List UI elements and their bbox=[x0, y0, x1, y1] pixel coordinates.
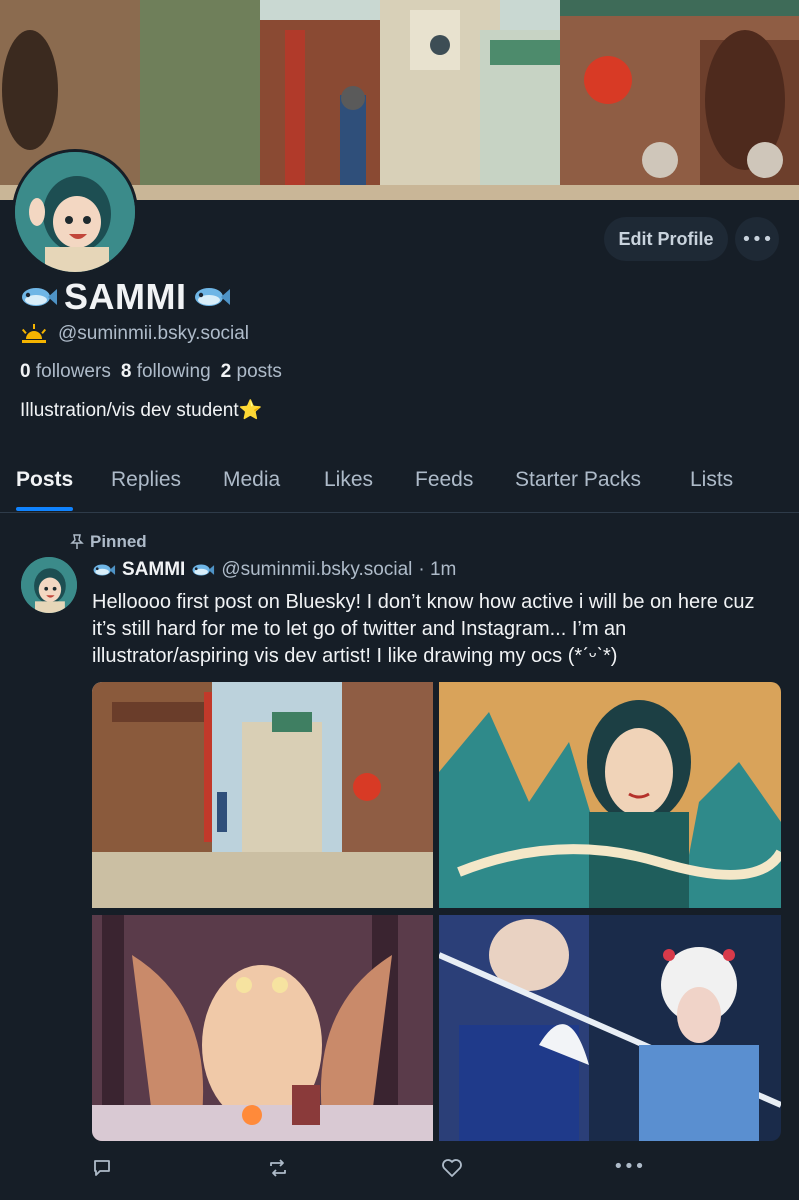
gallery-image-owl-creature[interactable] bbox=[92, 915, 433, 1141]
fish-emoji-icon bbox=[22, 288, 57, 306]
post-more-button[interactable]: ••• bbox=[613, 1156, 645, 1177]
tab-lists[interactable]: Lists bbox=[690, 468, 733, 492]
display-name: SAMMI bbox=[64, 276, 187, 317]
profile-more-button[interactable]: ••• bbox=[735, 217, 779, 261]
display-name-row: SAMMI bbox=[20, 276, 231, 318]
following-stat[interactable]: 8 following bbox=[121, 361, 211, 383]
tab-replies[interactable]: Replies bbox=[111, 468, 181, 492]
heart-icon bbox=[442, 1159, 462, 1177]
post-author-name[interactable]: SAMMI bbox=[122, 559, 185, 581]
active-tab-indicator bbox=[16, 507, 73, 511]
fish-emoji-icon bbox=[192, 564, 215, 576]
profile-bio: Illustration/vis dev student⭐ bbox=[20, 400, 263, 421]
gallery-image-opera-warriors[interactable] bbox=[439, 915, 781, 1141]
tab-feeds[interactable]: Feeds bbox=[415, 468, 473, 492]
gallery-image-opera-woman[interactable] bbox=[439, 682, 781, 908]
handle-row: @suminmii.bsky.social bbox=[20, 323, 249, 345]
profile-stats: 0 followers 8 following 2 posts bbox=[20, 361, 282, 383]
fish-emoji-icon bbox=[93, 564, 116, 576]
pinned-label: Pinned bbox=[70, 532, 147, 552]
repost-button[interactable] bbox=[267, 1158, 289, 1183]
reply-button[interactable] bbox=[92, 1158, 112, 1183]
repost-icon bbox=[270, 1159, 286, 1177]
more-dots-icon: ••• bbox=[613, 1156, 645, 1177]
tab-likes[interactable]: Likes bbox=[324, 468, 373, 492]
posts-stat: 2 posts bbox=[220, 361, 282, 382]
profile-handle: @suminmii.bsky.social bbox=[58, 323, 250, 344]
edit-profile-button[interactable]: Edit Profile bbox=[604, 217, 728, 261]
post-author-handle[interactable]: @suminmii.bsky.social bbox=[221, 559, 412, 581]
tab-starter-packs[interactable]: Starter Packs bbox=[515, 468, 641, 492]
fish-emoji-icon bbox=[194, 288, 230, 306]
followers-stat[interactable]: 0 followers bbox=[20, 361, 111, 383]
reply-icon bbox=[94, 1160, 110, 1176]
profile-avatar[interactable] bbox=[12, 149, 138, 275]
post-image-gallery bbox=[92, 682, 781, 1141]
post-text: Helloooo first post on Bluesky! I don’t … bbox=[92, 591, 755, 667]
profile-tabs: Posts Replies Media Likes Feeds Starter … bbox=[0, 450, 799, 513]
post-author-avatar[interactable] bbox=[21, 557, 77, 613]
post-header: SAMMI @suminmii.bsky.social · 1m bbox=[92, 559, 456, 581]
like-button[interactable] bbox=[441, 1158, 463, 1183]
tab-media[interactable]: Media bbox=[223, 468, 280, 492]
sunrise-emoji-icon bbox=[21, 324, 47, 343]
pin-icon bbox=[70, 534, 84, 549]
gallery-image-village[interactable] bbox=[92, 682, 433, 908]
tab-posts[interactable]: Posts bbox=[16, 468, 73, 492]
post-timestamp[interactable]: · 1m bbox=[418, 559, 456, 581]
